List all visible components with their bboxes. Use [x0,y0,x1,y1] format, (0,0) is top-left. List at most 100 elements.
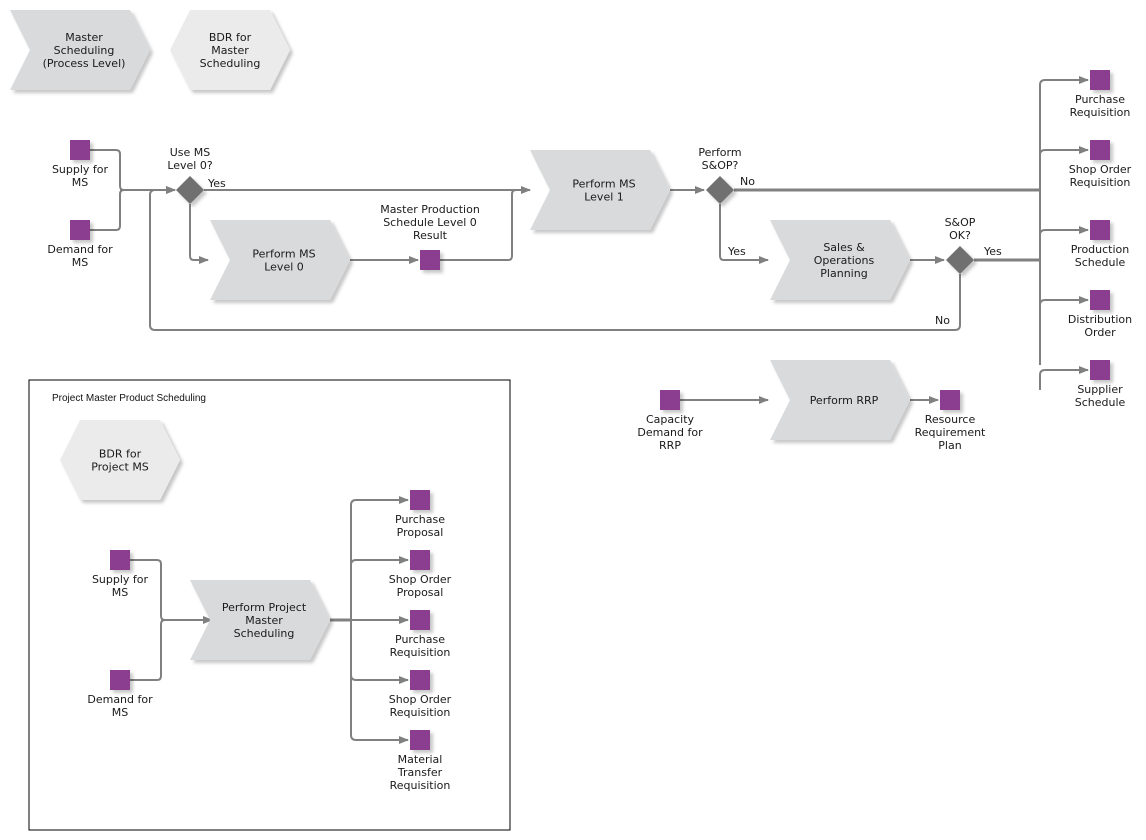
shop-order-proposal-label: Shop Order Proposal [389,573,452,599]
material-transfer-requisition-label-line: Material [398,753,443,766]
supply-for-ms-label-line: Supply for [52,163,109,176]
resource-requirement-plan-label-line: Requirement [915,426,986,439]
project-supply-for-ms-label: Supply for MS [92,573,149,599]
perform-project-master-scheduling-label-line: Scheduling [234,627,295,640]
resource-requirement-plan-label: Resource Requirement Plan [915,413,986,452]
capacity-demand-rrp-label-line: Capacity [646,413,695,426]
perform-sop-gateway[interactable] [706,176,734,204]
project-demand-for-ms-label-line: MS [112,706,128,719]
sop-ok-yes-label: Yes [983,245,1002,258]
shop-order-proposal-label-line: Shop Order [389,573,452,586]
shop-order-proposal-event[interactable] [410,550,430,570]
distribution-order-label-line: Distribution [1068,313,1132,326]
material-transfer-requisition-label-line: Transfer [397,766,443,779]
production-schedule-label-line: Production [1071,243,1130,256]
sop-ok-label-line: OK? [949,229,971,242]
shop-order-requisition-label: Shop Order Requisition [1069,163,1132,189]
supply-for-ms-label: Supply for MS [52,163,109,189]
perform-sop-yes-label: Yes [727,245,746,258]
use-ms-level-0-label: Use MS Level 0? [167,146,213,172]
purchase-proposal-label: Purchase Proposal [395,513,445,539]
supplier-schedule-label-line: Supplier [1077,383,1123,396]
process-diagram: Master Scheduling (Process Level)BDR for Ma… [10,10,1132,831]
perform-sop-label: Perform S&OP? [698,146,741,172]
use-ms-level-0-gateway[interactable] [176,176,204,204]
project-supply-for-ms-label-line: Supply for [92,573,149,586]
sales-operations-planning-label-line: Planning [820,267,867,280]
use-ms-level-0-label-line: Use MS [170,146,211,159]
project-demand-for-ms-label-line: Demand for [87,693,153,706]
project-demand-for-ms-event[interactable] [110,670,130,690]
supplier-schedule-label: Supplier Schedule [1075,383,1126,409]
perform-ms-level-0-label-line: Level 0 [264,261,304,274]
perform-rrp-label: Perform RRP [810,394,879,407]
capacity-demand-rrp-label-line: Demand for [637,426,703,439]
resource-requirement-plan-label-line: Resource [925,413,976,426]
mps-level-0-result-label-line: Schedule Level 0 [383,216,477,229]
purchase-proposal-label-line: Proposal [397,526,444,539]
purchase-requisition-event[interactable] [1090,70,1110,90]
supplier-schedule-label-line: Schedule [1075,396,1126,409]
mps-level-0-result-label-line: Result [413,229,448,242]
capacity-demand-rrp-event[interactable] [660,390,680,410]
purchase-requisition-label-line: Purchase [1075,93,1125,106]
shop-order-requisition-label-line: Shop Order [1069,163,1132,176]
shop-order-requisition-label-line: Requisition [1070,176,1131,189]
purchase-requisition-label: Purchase Requisition [1070,93,1131,119]
perform-ms-level-1-label-line: Perform MS [572,178,635,191]
project-shop-order-requisition-event[interactable] [410,670,430,690]
production-schedule-label: Production Schedule [1071,243,1130,269]
project-supply-for-ms-label-line: MS [112,586,128,599]
shop-order-requisition-event[interactable] [1090,140,1110,160]
perform-project-master-scheduling-label-line: Master [245,614,283,627]
sop-ok-gateway[interactable] [946,246,974,274]
sales-operations-planning-label-line: Operations [814,254,875,267]
supply-for-ms-event[interactable] [70,140,90,160]
bdr-master-scheduling-label-line: Master [211,44,249,57]
bdr-project-ms-label-line: Project MS [91,461,149,474]
project-purchase-requisition-label-line: Requisition [390,646,451,659]
use-ms-level-0-label-line: Level 0? [167,159,213,172]
sales-operations-planning-label-line: Sales & [823,241,865,254]
edge-demand-join[interactable] [90,189,128,231]
bdr-project-ms-label-line: BDR for [99,448,142,461]
project-purchase-requisition-label: Purchase Requisition [390,633,451,659]
project-purchase-requisition-event[interactable] [410,610,430,630]
material-transfer-requisition-label: Material Transfer Requisition [390,753,451,792]
distribution-order-event[interactable] [1090,290,1110,310]
use-ms-level-0-yes-label: Yes [207,177,226,190]
material-transfer-requisition-event[interactable] [410,730,430,750]
edge-project-supply-join[interactable] [130,559,170,621]
demand-for-ms-label-line: Demand for [47,243,113,256]
perform-ms-level-1-label-line: Level 1 [584,191,624,204]
purchase-proposal-label-line: Purchase [395,513,445,526]
production-schedule-label-line: Schedule [1075,256,1126,269]
shop-order-proposal-label-line: Proposal [397,586,444,599]
master-scheduling-label-line: (Process Level) [43,57,126,70]
perform-project-master-scheduling-label-line: Perform Project [222,601,307,614]
project-purchase-requisition-label-line: Purchase [395,633,445,646]
edge-project-demand-join[interactable] [130,619,170,681]
purchase-proposal-event[interactable] [410,490,430,510]
master-scheduling-label-line: Scheduling [54,44,115,57]
bdr-master-scheduling-label-line: Scheduling [200,57,261,70]
master-scheduling-label-line: Master [65,31,103,44]
resource-requirement-plan-event[interactable] [940,390,960,410]
demand-for-ms-label-line: MS [72,256,88,269]
mps-level-0-result-label: Master Production Schedule Level 0 Result [380,203,480,242]
demand-for-ms-event[interactable] [70,220,90,240]
mps-level-0-result-label-line: Master Production [380,203,480,216]
project-shop-order-requisition-label: Shop Order Requisition [389,693,452,719]
project-demand-for-ms-label: Demand for MS [87,693,153,719]
distribution-order-label: Distribution Order [1068,313,1132,339]
mps-level-0-result-event[interactable] [420,250,440,270]
supplier-schedule-event[interactable] [1090,360,1110,380]
perform-sop-no-label: No [740,175,755,188]
perform-ms-level-0-label-line: Perform MS [252,248,315,261]
perform-sop-label-line: S&OP? [702,159,739,172]
sop-ok-no-label: No [935,314,950,327]
capacity-demand-rrp-label: Capacity Demand for RRP [637,413,703,452]
edge-to-level-0[interactable] [189,204,209,264]
production-schedule-event[interactable] [1090,220,1110,240]
project-supply-for-ms-event[interactable] [110,550,130,570]
